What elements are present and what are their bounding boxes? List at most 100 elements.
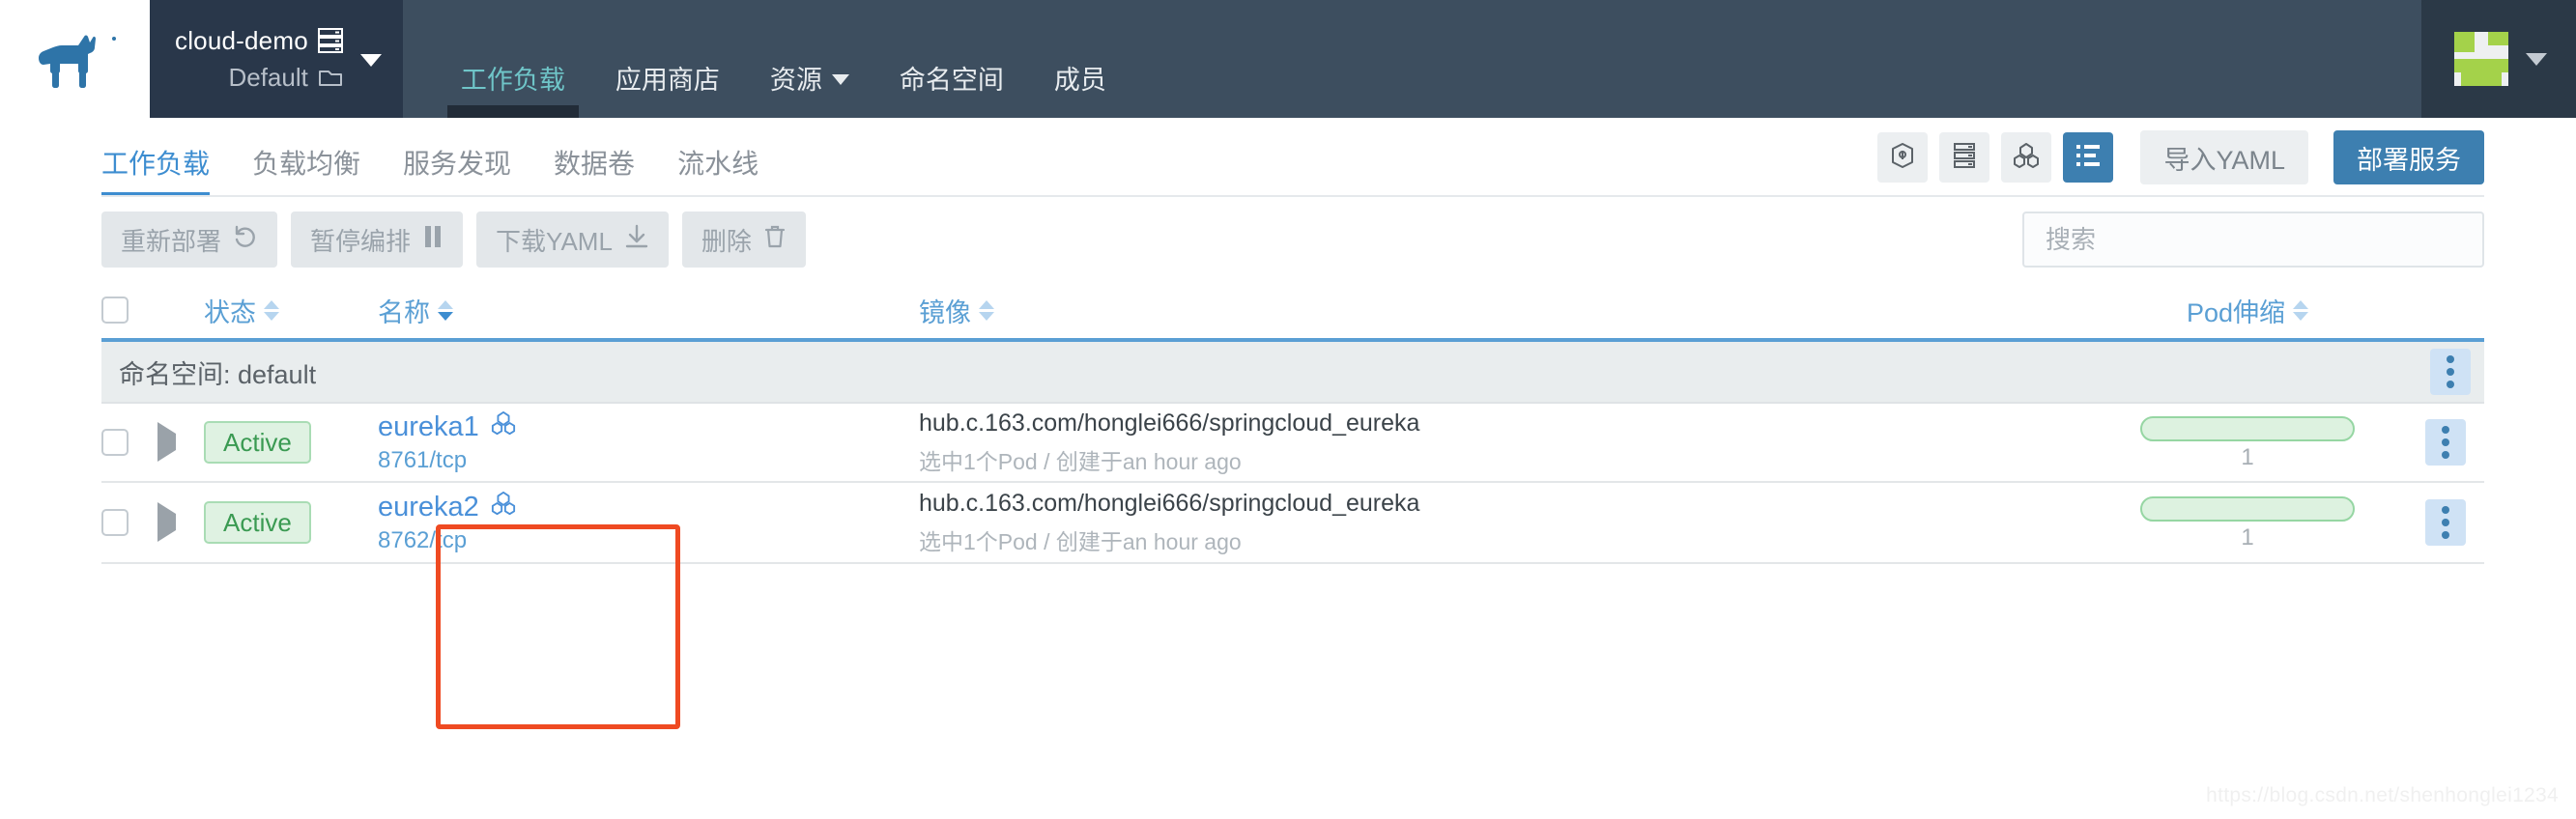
view-toggle-pod[interactable] bbox=[1877, 132, 1929, 183]
table-row[interactable]: Active eureka1 8761/tcp hub.c.163.com/ho… bbox=[101, 402, 2484, 483]
pod-scale-bar[interactable] bbox=[2140, 495, 2355, 522]
column-header-image[interactable]: 镜像 bbox=[919, 292, 2088, 329]
tab-volumes[interactable]: 数据卷 bbox=[532, 143, 656, 197]
column-header-pod-scale[interactable]: Pod伸缩 bbox=[2088, 292, 2407, 329]
nav-item-app-store[interactable]: 应用商店 bbox=[590, 59, 745, 118]
sort-ascending-icon bbox=[979, 299, 994, 309]
select-all-checkbox[interactable] bbox=[101, 297, 129, 324]
tab-label: 负载均衡 bbox=[252, 149, 361, 179]
column-header-name[interactable]: 名称 bbox=[378, 292, 919, 329]
row-more-vertical-icon[interactable] bbox=[2425, 419, 2466, 466]
pause-orchestration-label: 暂停编排 bbox=[310, 226, 412, 256]
row-more-vertical-icon[interactable] bbox=[2425, 499, 2466, 546]
deploy-service-button[interactable]: 部署服务 bbox=[2333, 130, 2484, 184]
server-stack-icon bbox=[1953, 142, 1976, 174]
workload-name-link[interactable]: eureka2 bbox=[378, 491, 919, 523]
nav-item-label: 工作负载 bbox=[460, 66, 565, 95]
user-avatar-identicon bbox=[2454, 32, 2508, 86]
row-checkbox[interactable] bbox=[101, 429, 129, 456]
row-select-cell bbox=[101, 509, 157, 536]
nav-item-resources[interactable]: 资源 bbox=[745, 59, 874, 118]
tab-label: 服务发现 bbox=[403, 149, 512, 179]
workload-port-link[interactable]: 8762/tcp bbox=[378, 527, 919, 554]
pod-scale-count: 1 bbox=[2241, 443, 2254, 470]
rancher-bull-logo-icon bbox=[38, 35, 116, 88]
view-toggle-workload[interactable] bbox=[2001, 132, 2052, 183]
image-name: hub.c.163.com/honglei666/springcloud_eur… bbox=[919, 409, 1420, 437]
user-menu[interactable] bbox=[2421, 0, 2576, 118]
nav-item-workloads[interactable]: 工作负载 bbox=[436, 59, 590, 118]
row-checkbox[interactable] bbox=[101, 509, 129, 536]
column-header-status[interactable]: 状态 bbox=[204, 292, 378, 329]
user-menu-chevron-down-icon bbox=[2526, 52, 2547, 66]
expand-triangle-icon bbox=[157, 502, 176, 542]
main-nav-items: 工作负载 应用商店 资源 命名空间 成员 bbox=[402, 0, 2421, 118]
search-input[interactable] bbox=[2044, 223, 2463, 256]
chevron-down-icon bbox=[831, 73, 849, 85]
expand-triangle-icon bbox=[157, 422, 176, 462]
dot bbox=[2442, 531, 2449, 539]
more-vertical-icon bbox=[2430, 349, 2471, 395]
redeploy-button[interactable]: 重新部署 bbox=[101, 212, 278, 268]
list-view-icon bbox=[2075, 143, 2102, 173]
sort-toggle-icon[interactable] bbox=[264, 299, 279, 321]
status-badge: Active bbox=[204, 421, 311, 464]
dot bbox=[2442, 438, 2449, 446]
download-yaml-label: 下载YAML bbox=[496, 226, 613, 256]
nav-item-namespaces[interactable]: 命名空间 bbox=[874, 59, 1029, 118]
tab-load-balancing[interactable]: 负载均衡 bbox=[231, 143, 382, 197]
delete-label: 删除 bbox=[701, 226, 752, 256]
nav-item-label: 命名空间 bbox=[899, 66, 1004, 95]
workload-port-link[interactable]: 8761/tcp bbox=[378, 447, 919, 474]
tab-pipelines[interactable]: 流水线 bbox=[656, 143, 780, 197]
tab-service-discovery[interactable]: 服务发现 bbox=[382, 143, 532, 197]
row-expand-cell[interactable] bbox=[157, 422, 204, 462]
sort-ascending-icon bbox=[438, 299, 453, 309]
redeploy-label: 重新部署 bbox=[121, 226, 222, 256]
sort-descending-icon bbox=[438, 311, 453, 321]
import-yaml-button[interactable]: 导入YAML bbox=[2140, 130, 2308, 184]
status-badge: Active bbox=[204, 501, 311, 544]
project-row: Default bbox=[175, 63, 343, 93]
dot bbox=[2447, 381, 2454, 388]
dot bbox=[2442, 506, 2449, 514]
workloads-table: 状态 名称 镜像 Pod伸缩 命名空间: default Active eure… bbox=[0, 282, 2576, 564]
delete-button[interactable]: 删除 bbox=[681, 212, 806, 268]
project-name: Default bbox=[228, 62, 308, 92]
table-row[interactable]: Active eureka2 8762/tcp hub.c.163.com/ho… bbox=[101, 483, 2484, 564]
pod-scale-bar[interactable] bbox=[2140, 415, 2355, 441]
row-scale-cell: 1 bbox=[2088, 495, 2407, 550]
project-selector-chevron-down-icon bbox=[359, 53, 382, 67]
sort-toggle-icon[interactable] bbox=[2293, 299, 2309, 321]
top-header: cloud-demo Default 工作负载 应用商店 资源 命名空间 成员 bbox=[0, 0, 2576, 118]
project-selector[interactable]: cloud-demo Default bbox=[150, 0, 419, 118]
namespace-group-menu[interactable] bbox=[2430, 349, 2471, 395]
tab-workloads[interactable]: 工作负载 bbox=[101, 143, 231, 197]
row-status-cell: Active bbox=[204, 421, 378, 464]
workload-name-text: eureka2 bbox=[378, 491, 479, 522]
row-expand-cell[interactable] bbox=[157, 502, 204, 542]
namespace-group-label: 命名空间: default bbox=[119, 359, 317, 389]
search-box[interactable] bbox=[2022, 212, 2484, 268]
sort-toggle-icon[interactable] bbox=[438, 299, 453, 321]
download-yaml-button[interactable]: 下载YAML bbox=[476, 212, 669, 268]
pause-orchestration-button[interactable]: 暂停编排 bbox=[291, 212, 464, 268]
tab-label: 工作负载 bbox=[101, 149, 211, 179]
tab-label: 数据卷 bbox=[554, 149, 636, 179]
nav-item-members[interactable]: 成员 bbox=[1029, 59, 1131, 118]
folder-icon bbox=[318, 67, 343, 88]
nav-item-label: 应用商店 bbox=[615, 66, 720, 95]
row-image-cell: hub.c.163.com/honglei666/springcloud_eur… bbox=[919, 490, 2088, 556]
project-selector-labels: cloud-demo Default bbox=[175, 26, 343, 93]
row-menu-cell bbox=[2407, 419, 2484, 466]
workload-name-link[interactable]: eureka1 bbox=[378, 410, 919, 443]
sort-toggle-icon[interactable] bbox=[979, 299, 994, 321]
image-meta: 选中1个Pod / 创建于an hour ago bbox=[919, 448, 1242, 474]
dot bbox=[2442, 519, 2449, 526]
view-toggle-list[interactable] bbox=[2063, 132, 2114, 183]
app-logo[interactable] bbox=[0, 0, 150, 118]
table-header-row: 状态 名称 镜像 Pod伸缩 bbox=[101, 282, 2484, 342]
view-toggle-statefulset[interactable] bbox=[1939, 132, 1990, 183]
sort-descending-icon bbox=[2293, 311, 2309, 321]
dot bbox=[2442, 451, 2449, 459]
